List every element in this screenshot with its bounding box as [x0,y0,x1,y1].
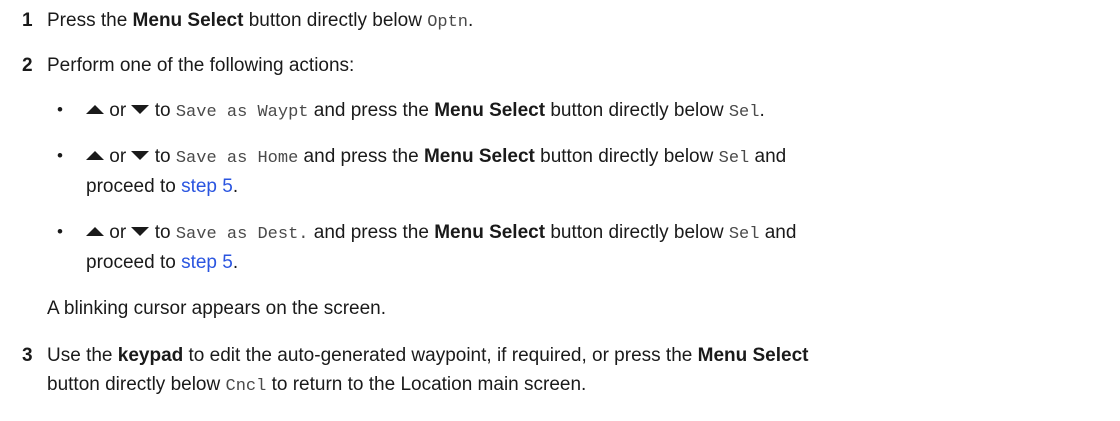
step-3-continuation: button directly below Cncl to return to … [47,374,586,396]
menu-option-label: Save as Dest. [175,225,309,244]
step-text: button directly below [47,374,226,395]
step-5-link[interactable]: step 5 [181,252,233,273]
bullet-text: and [759,222,797,243]
bullet-item: or to Save as Dest. and press the Menu S… [86,222,796,244]
bullet-text: to [149,146,176,167]
menu-select-label: Menu Select [434,100,546,121]
step-1-text: Press the Menu Select button directly be… [47,10,473,32]
bullet-text: . [232,252,239,273]
step-text: Use the [47,345,118,366]
bullet-marker: • [57,146,63,165]
bullet-item-continuation: proceed to step 5. [86,176,238,198]
bullet-text: and press the [308,222,435,243]
step-text: to return to the Location main screen. [266,374,587,395]
menu-option-label: Save as Home [175,149,299,168]
bullet-text: to [149,100,176,121]
keypad-label: keypad [117,345,184,366]
bullet-text: button directly below [545,100,729,121]
softkey-label: Cncl [225,377,267,396]
bullet-text: and [749,146,787,167]
bullet-text: proceed to [86,176,182,197]
bullet-text: and press the [298,146,424,167]
step-text: Press the [47,10,133,31]
bullet-text: . [232,176,239,197]
bullet-text: or [104,100,132,121]
menu-select-label: Menu Select [132,10,244,31]
bullet-item: or to Save as Waypt and press the Menu S… [86,100,765,122]
step-3-text: Use the keypad to edit the auto-generate… [47,345,809,367]
bullet-text: and press the [308,100,435,121]
step-2-intro: Perform one of the following actions: [47,55,355,76]
menu-option-label: Save as Waypt [175,103,309,122]
bullet-item-continuation: proceed to step 5. [86,252,238,274]
step-text: to edit the auto-generated waypoint, if … [183,345,698,366]
bullet-text: button directly below [534,146,719,167]
up-arrow-icon [86,226,104,236]
up-arrow-icon [86,150,104,160]
softkey-label: Sel [718,149,750,168]
softkey-label: Sel [728,225,760,244]
step-text: . [468,10,474,31]
bullet-text: to [149,222,176,243]
bullet-item: or to Save as Home and press the Menu Se… [86,146,786,168]
bullet-marker: • [57,100,63,119]
down-arrow-icon [131,104,150,114]
bullet-text: or [104,222,132,243]
softkey-label: Sel [728,103,760,122]
menu-select-label: Menu Select [434,222,546,243]
step-2-note: A blinking cursor appears on the screen. [47,298,387,319]
bullet-text: button directly below [545,222,729,243]
softkey-label: Optn [427,13,468,32]
down-arrow-icon [131,226,150,236]
bullet-text: . [759,100,765,121]
menu-select-label: Menu Select [697,345,809,366]
step-text: button directly below [243,10,428,31]
step-number: 3 [22,345,33,366]
menu-select-label: Menu Select [423,146,535,167]
step-5-link[interactable]: step 5 [181,176,233,197]
down-arrow-icon [131,150,150,160]
up-arrow-icon [86,104,104,114]
step-number: 1 [22,10,33,31]
bullet-marker: • [57,222,63,241]
bullet-text: proceed to [86,252,182,273]
bullet-text: or [104,146,132,167]
step-number: 2 [22,55,33,76]
